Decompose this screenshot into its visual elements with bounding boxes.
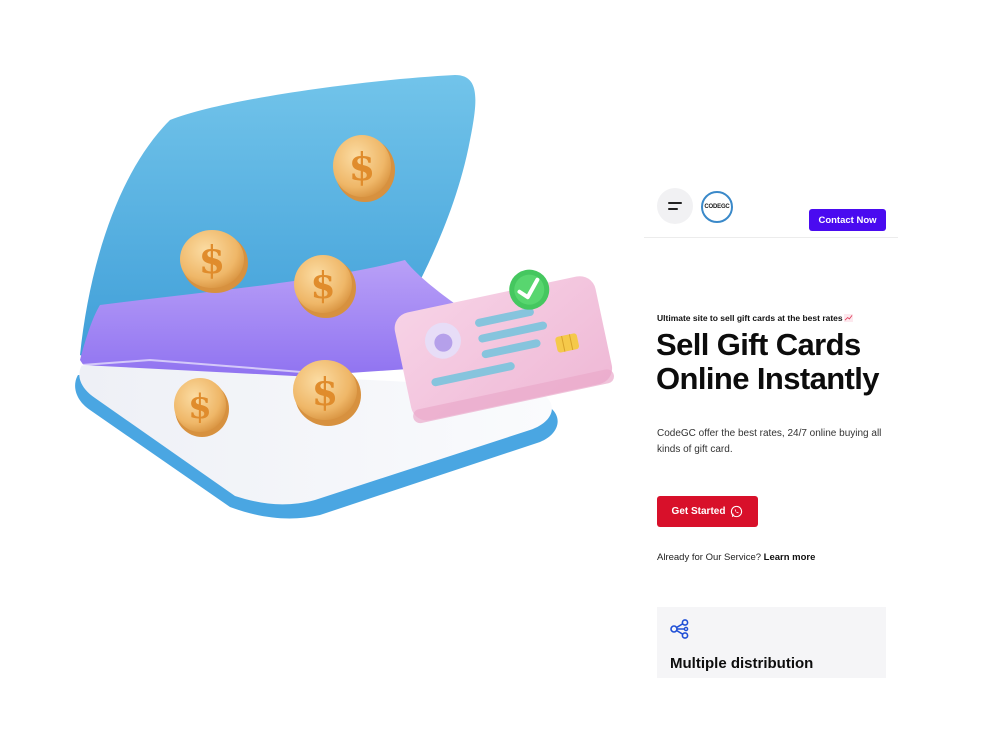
hero-illustration: $ $ $ $ $ (60, 60, 640, 540)
contact-now-button[interactable]: Contact Now (809, 209, 886, 231)
get-started-label: Get Started (671, 506, 726, 517)
learn-more-link[interactable]: Learn more (764, 552, 816, 563)
already-service-text: Already for Our Service? Learn more (657, 552, 815, 563)
share-nodes-icon (670, 619, 689, 639)
already-label: Already for Our Service? (657, 552, 762, 563)
svg-text:$: $ (349, 144, 375, 189)
hero-eyebrow: Ultimate site to sell gift cards at the … (657, 313, 853, 323)
hero-headline: Sell Gift Cards Online Instantly (656, 328, 900, 396)
feature-card: Multiple distribution (657, 607, 886, 678)
svg-text:$: $ (199, 237, 225, 282)
whatsapp-icon (731, 505, 743, 518)
headline-line-2: Online Instantly (656, 361, 880, 396)
mobile-landing-panel: CODEGC Contact Now Ultimate site to sell… (644, 170, 900, 690)
svg-text:$: $ (312, 369, 338, 414)
top-navbar: CODEGC Contact Now (644, 186, 898, 238)
wallet-illustration: $ $ $ $ $ (75, 75, 614, 519)
feature-title: Multiple distribution (670, 655, 814, 672)
eyebrow-text: Ultimate site to sell gift cards at the … (657, 313, 843, 323)
get-started-button[interactable]: Get Started (657, 496, 758, 527)
hamburger-icon[interactable] (657, 188, 693, 224)
headline-line-1: Sell Gift Cards (656, 327, 861, 362)
svg-text:$: $ (310, 265, 335, 307)
svg-text:$: $ (188, 387, 212, 427)
logo-text: CODEGC (704, 204, 730, 210)
chart-increasing-icon (843, 314, 853, 322)
hero-description: CodeGC offer the best rates, 24/7 online… (657, 428, 882, 455)
codegc-logo[interactable]: CODEGC (701, 191, 733, 223)
